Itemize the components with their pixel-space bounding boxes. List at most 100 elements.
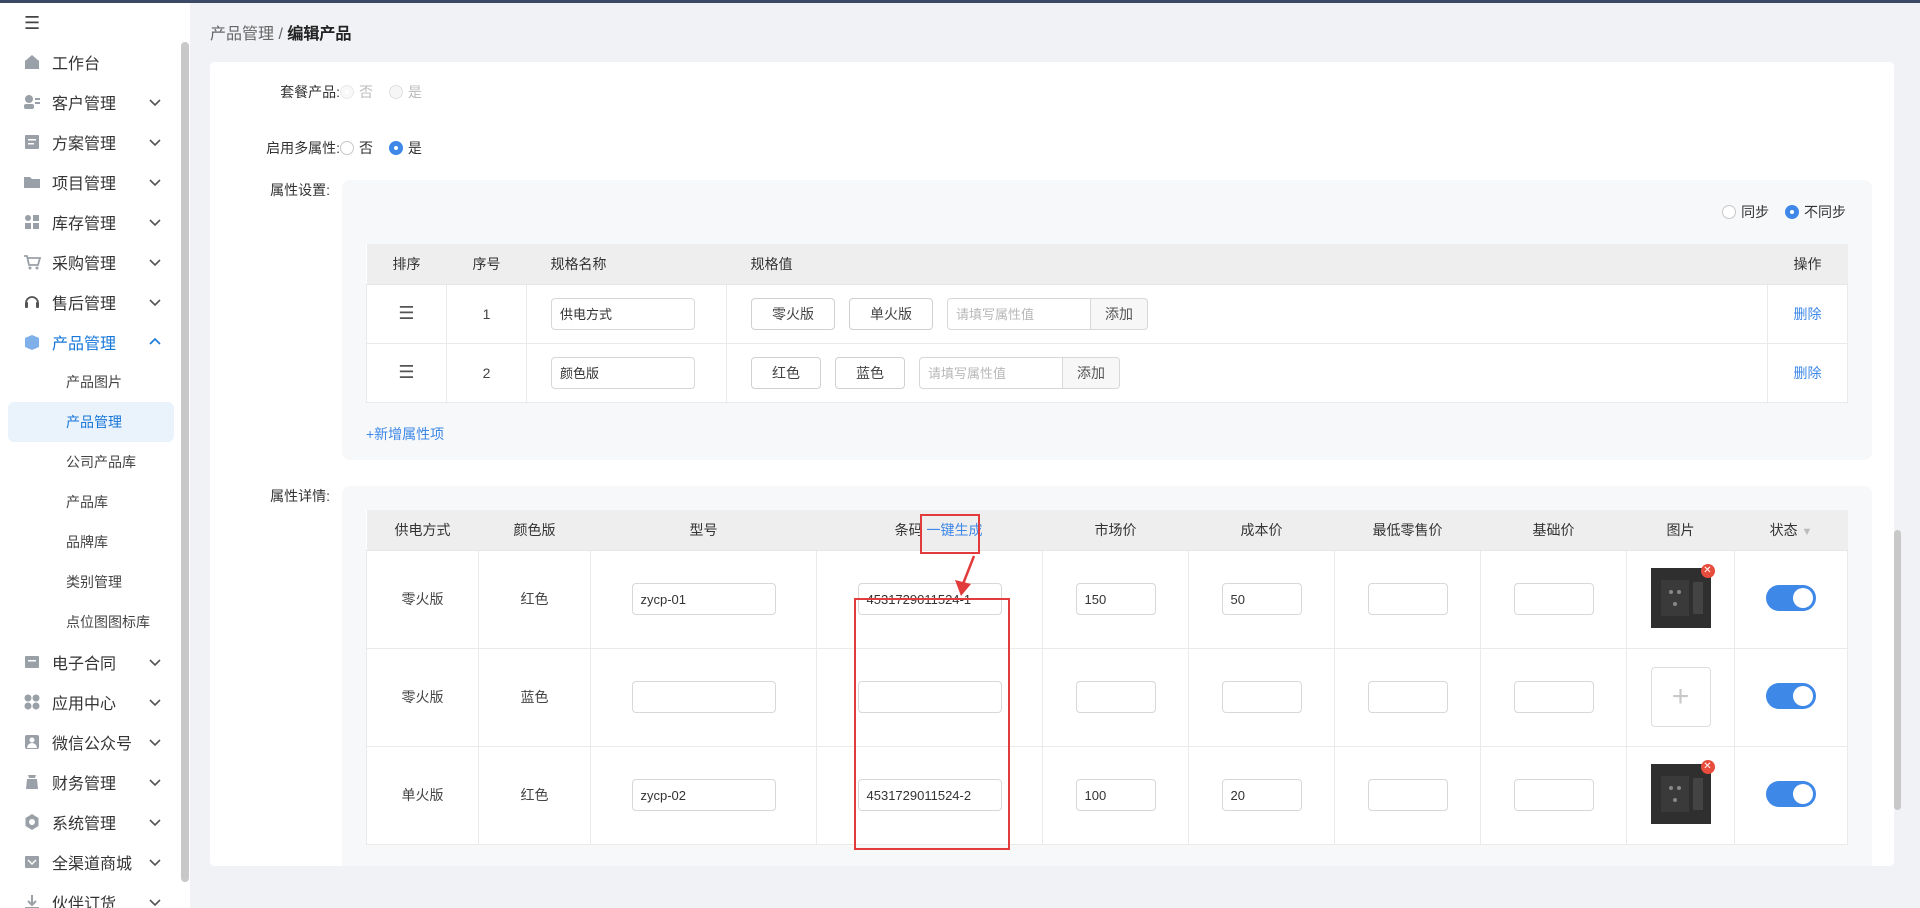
multi-attr-radio-group: 否 是 <box>340 138 434 158</box>
radio-label: 否 <box>359 140 373 156</box>
product-thumbnail[interactable]: ✕ <box>1650 759 1715 824</box>
market-price-input[interactable] <box>1075 681 1156 713</box>
spec-name-input[interactable]: 颜色版 <box>551 356 695 389</box>
sync-radio[interactable]: 同步 <box>1722 202 1769 222</box>
status-toggle[interactable] <box>1766 780 1816 807</box>
sidebar-item-apps[interactable]: 应用中心 <box>8 682 174 722</box>
drag-handle[interactable]: ☰ <box>366 342 447 403</box>
main-scrollbar[interactable] <box>1894 530 1901 810</box>
spec-value-add-button[interactable]: 添加 <box>1063 356 1120 389</box>
radio-dot <box>1722 205 1737 219</box>
spec-value-input[interactable]: 请填写属性值 <box>947 297 1091 330</box>
barcode-highlight-box <box>854 598 1010 850</box>
inventory-icon <box>22 212 42 232</box>
annotation-arrow-icon <box>955 555 976 596</box>
radio-dot <box>340 141 354 155</box>
sidebar-subitem-product-library[interactable]: 产品库 <box>8 482 174 522</box>
breadcrumb-current: 编辑产品 <box>287 26 352 43</box>
spec-delete-link[interactable]: 删除 <box>1794 365 1822 381</box>
package-radio-group: 否 是 <box>340 82 434 102</box>
caret-down-icon: ▼ <box>1801 525 1813 538</box>
breadcrumb-parent[interactable]: 产品管理 <box>210 26 274 43</box>
sidebar-item-product[interactable]: 产品管理 <box>8 322 174 362</box>
menu-collapse-icon[interactable]: ☰ <box>24 14 44 32</box>
chevron-down-icon <box>149 899 161 907</box>
sidebar-item-customer[interactable]: 客户管理 <box>8 82 174 122</box>
sidebar-item-label: 产品管理 <box>52 336 117 353</box>
spec-value-add-button[interactable]: 添加 <box>1091 297 1148 330</box>
sidebar-scrollbar[interactable] <box>181 42 189 882</box>
status-toggle[interactable] <box>1766 682 1816 709</box>
sidebar-item-project[interactable]: 项目管理 <box>8 162 174 202</box>
sidebar-subitem-category[interactable]: 类别管理 <box>8 562 174 602</box>
sidebar-subitem-product-management[interactable]: 产品管理 <box>8 402 174 442</box>
sidebar-item-inventory[interactable]: 库存管理 <box>8 202 174 242</box>
sidebar-subitem-icon-library[interactable]: 点位图图标库 <box>8 602 174 642</box>
sidebar-item-contract[interactable]: 电子合同 <box>8 642 174 682</box>
add-attr-link[interactable]: +新增属性项 <box>366 424 444 444</box>
sidebar-item-aftersales[interactable]: 售后管理 <box>8 282 174 322</box>
detail-header-market-price: 市场价 <box>1042 510 1189 551</box>
cost-price-input[interactable]: 20 <box>1221 779 1302 811</box>
multi-no-radio[interactable]: 否 <box>340 138 373 158</box>
spec-delete-link[interactable]: 删除 <box>1794 306 1822 322</box>
chevron-down-icon <box>149 139 161 147</box>
sidebar-item-workbench[interactable]: 工作台 <box>8 42 174 82</box>
detail-header-power: 供电方式 <box>366 510 479 551</box>
nosync-radio[interactable]: 不同步 <box>1785 202 1846 222</box>
product-edit-card: 套餐产品: 否 是 启用多属性: 否 是 属性设置: 同步 不同步 排序 序号 … <box>210 62 1894 866</box>
sidebar-item-finance[interactable]: 财务管理 <box>8 762 174 802</box>
upload-image-button[interactable]: + <box>1650 667 1711 727</box>
base-price-input[interactable] <box>1513 583 1594 615</box>
sidebar-item-label: 全渠道商城 <box>52 856 133 873</box>
sidebar-item-plan[interactable]: 方案管理 <box>8 122 174 162</box>
package-yes-radio[interactable]: 是 <box>388 82 422 102</box>
sidebar-item-system[interactable]: 系统管理 <box>8 802 174 842</box>
sidebar-item-wechat[interactable]: 微信公众号 <box>8 722 174 762</box>
sidebar-subitem-company-library[interactable]: 公司产品库 <box>8 442 174 482</box>
sidebar-subitem-product-images[interactable]: 产品图片 <box>8 362 174 402</box>
multi-yes-radio[interactable]: 是 <box>388 138 422 158</box>
min-price-input[interactable] <box>1367 583 1448 615</box>
headset-icon <box>22 292 42 312</box>
cost-price-input[interactable]: 50 <box>1221 583 1302 615</box>
model-input[interactable]: zycp-02 <box>631 779 776 811</box>
min-price-input[interactable] <box>1367 779 1448 811</box>
sidebar-item-mall[interactable]: 全渠道商城 <box>8 842 174 882</box>
detail-header-color: 颜色版 <box>478 510 591 551</box>
status-toggle[interactable] <box>1766 584 1816 611</box>
spec-value-tag[interactable]: 单火版 <box>849 297 933 330</box>
sidebar-item-partner[interactable]: 伙伴订货 <box>8 882 174 908</box>
sync-radio-group: 同步 不同步 <box>1722 202 1846 222</box>
cart-icon <box>22 252 42 272</box>
market-price-input[interactable]: 150 <box>1075 583 1156 615</box>
cost-price-input[interactable] <box>1221 681 1302 713</box>
remove-image-icon[interactable]: ✕ <box>1700 759 1715 774</box>
package-no-radio[interactable]: 否 <box>340 82 373 102</box>
sidebar-subitem-label: 公司产品库 <box>66 454 136 470</box>
base-price-input[interactable] <box>1513 779 1594 811</box>
product-thumbnail[interactable]: ✕ <box>1650 563 1715 628</box>
remove-image-icon[interactable]: ✕ <box>1700 563 1715 578</box>
radio-dot <box>388 85 403 99</box>
min-price-input[interactable] <box>1367 681 1448 713</box>
spec-value-add-group: 请填写属性值 添加 <box>947 297 1148 330</box>
drag-handle[interactable]: ☰ <box>366 283 447 344</box>
sidebar-item-label: 工作台 <box>52 56 101 73</box>
sidebar-subitem-label: 产品图片 <box>66 374 122 390</box>
model-input[interactable]: zycp-01 <box>631 583 776 615</box>
sidebar-subitem-brand-library[interactable]: 品牌库 <box>8 522 174 562</box>
market-price-input[interactable]: 100 <box>1075 779 1156 811</box>
spec-value-tag[interactable]: 红色 <box>751 356 821 389</box>
product-icon <box>22 332 42 352</box>
sidebar-item-purchase[interactable]: 采购管理 <box>8 242 174 282</box>
spec-value-tag[interactable]: 零火版 <box>751 297 835 330</box>
chevron-down-icon <box>149 219 161 227</box>
model-input[interactable] <box>631 681 776 713</box>
spec-name-input[interactable]: 供电方式 <box>551 297 695 330</box>
base-price-input[interactable] <box>1513 681 1594 713</box>
spec-value-input[interactable]: 请填写属性值 <box>919 356 1063 389</box>
detail-header-status[interactable]: 状态 ▼ <box>1734 510 1848 551</box>
chevron-down-icon <box>149 299 161 307</box>
spec-value-tag[interactable]: 蓝色 <box>835 356 905 389</box>
